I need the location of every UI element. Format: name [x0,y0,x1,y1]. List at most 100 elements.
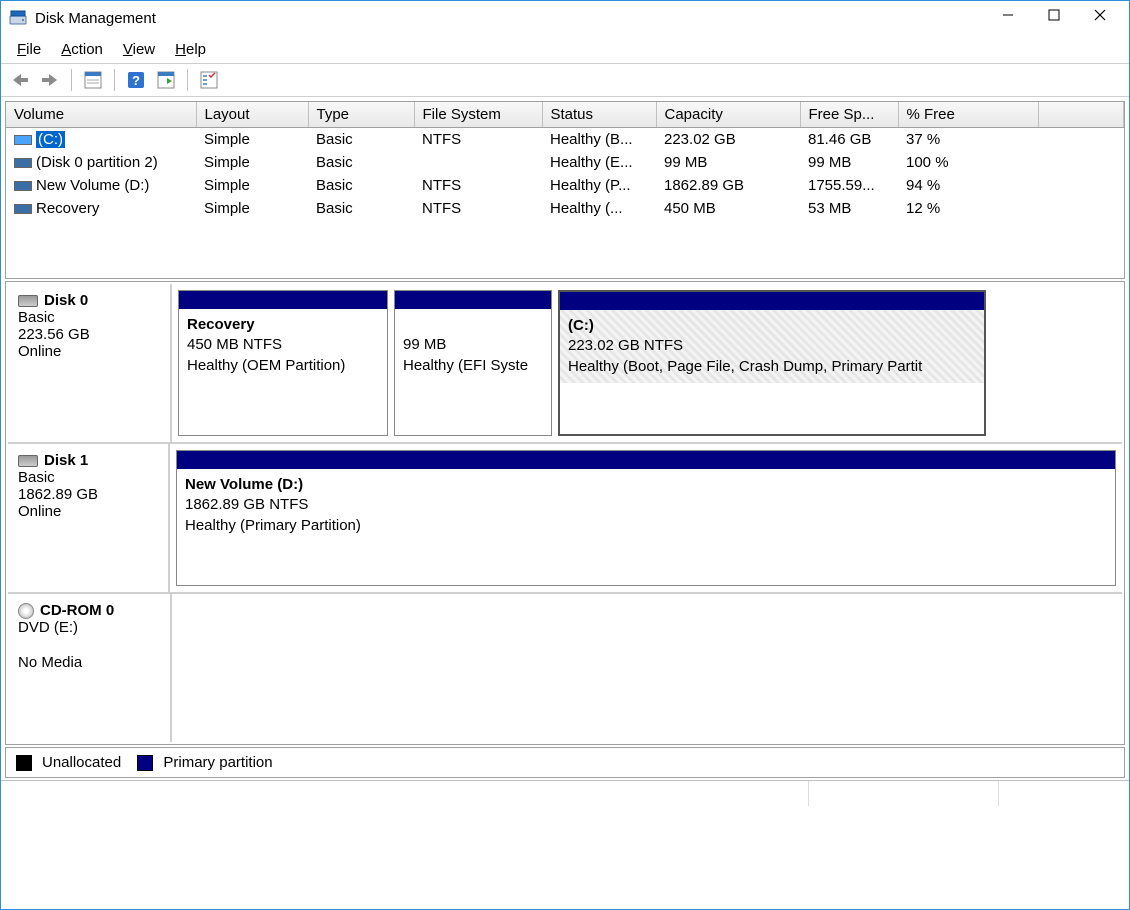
disk-name: CD-ROM 0 [40,602,114,619]
table-row[interactable]: (C:)SimpleBasicNTFSHealthy (B...223.02 G… [6,128,1124,152]
disk-icon [18,295,38,307]
partition-info: 223.02 GB NTFS [568,336,976,356]
disk-graphical-view[interactable]: Disk 0Basic223.56 GBOnlineRecovery450 MB… [5,281,1125,745]
minimize-button[interactable] [985,1,1031,29]
partition-header [179,291,387,309]
window-controls [985,1,1123,35]
cell-pctfree: 12 % [898,197,1038,220]
partition-header [177,451,1115,469]
table-row[interactable]: RecoverySimpleBasicNTFSHealthy (...450 M… [6,197,1124,220]
partition-container [172,594,1122,742]
volume-list[interactable]: Volume Layout Type File System Status Ca… [5,101,1125,279]
partition-status: Healthy (EFI Syste [403,356,543,376]
partition-info: 450 MB NTFS [187,335,379,355]
partition-body: New Volume (D:)1862.89 GB NTFSHealthy (P… [177,469,1115,542]
status-cell [999,781,1129,806]
partition-header [395,291,551,309]
table-row[interactable]: New Volume (D:)SimpleBasicNTFSHealthy (P… [6,174,1124,197]
legend-unallocated: Unallocated [42,754,121,771]
cell-status: Healthy (... [542,197,656,220]
cell-capacity: 223.02 GB [656,128,800,152]
cell-free: 53 MB [800,197,898,220]
toolbar: ? [1,63,1129,97]
cell-pctfree: 37 % [898,128,1038,152]
menu-help[interactable]: Help [165,39,216,60]
partition-status: Healthy (Primary Partition) [185,516,1107,536]
col-layout[interactable]: Layout [196,102,308,128]
partition-info: 99 MB [403,335,543,355]
partition-name: (C:) [568,316,976,336]
cell-layout: Simple [196,151,308,174]
disk-label[interactable]: CD-ROM 0DVD (E:)No Media [8,594,172,742]
partition[interactable]: Recovery450 MB NTFSHealthy (OEM Partitio… [178,290,388,436]
partition-info: 1862.89 GB NTFS [185,495,1107,515]
col-spacer [1038,102,1124,128]
refresh-button[interactable] [153,67,179,93]
cell-fs: NTFS [414,174,542,197]
cell-volume: New Volume (D:) [6,174,196,197]
partition-body: (C:)223.02 GB NTFSHealthy (Boot, Page Fi… [560,310,984,383]
col-status[interactable]: Status [542,102,656,128]
partition[interactable]: (C:)223.02 GB NTFSHealthy (Boot, Page Fi… [558,290,986,436]
help-button[interactable]: ? [123,67,149,93]
partition-name: Recovery [187,315,379,335]
partition-container: New Volume (D:)1862.89 GB NTFSHealthy (P… [170,444,1122,592]
menu-view[interactable]: View [113,39,165,60]
disk-name: Disk 1 [44,452,88,469]
cell-layout: Simple [196,174,308,197]
cell-fs: NTFS [414,197,542,220]
cell-free: 1755.59... [800,174,898,197]
cdrom-icon [18,603,34,619]
disk-kind: DVD (E:) [18,619,160,636]
col-pctfree[interactable]: % Free [898,102,1038,128]
disk-state: Online [18,503,158,520]
partition[interactable]: 99 MBHealthy (EFI Syste [394,290,552,436]
partition[interactable]: New Volume (D:)1862.89 GB NTFSHealthy (P… [176,450,1116,586]
col-freespace[interactable]: Free Sp... [800,102,898,128]
forward-button[interactable] [37,67,63,93]
disk-kind: Basic [18,309,160,326]
disk-row: CD-ROM 0DVD (E:)No Media [8,594,1122,742]
cell-fs [414,151,542,174]
cell-free: 81.46 GB [800,128,898,152]
disk-size: 1862.89 GB [18,486,158,503]
properties-button[interactable] [80,67,106,93]
disk-row: Disk 0Basic223.56 GBOnlineRecovery450 MB… [8,284,1122,444]
settings-button[interactable] [196,67,222,93]
disk-name: Disk 0 [44,292,88,309]
partition-body: 99 MBHealthy (EFI Syste [395,309,551,382]
status-cell [1,781,809,806]
disk-label[interactable]: Disk 0Basic223.56 GBOnline [8,284,172,442]
col-type[interactable]: Type [308,102,414,128]
col-filesystem[interactable]: File System [414,102,542,128]
cell-layout: Simple [196,128,308,152]
cell-volume: (C:) [6,128,196,152]
legend-primary: Primary partition [163,754,272,771]
swatch-unallocated [16,755,32,771]
cell-volume: Recovery [6,197,196,220]
cell-volume: (Disk 0 partition 2) [6,151,196,174]
back-button[interactable] [7,67,33,93]
maximize-button[interactable] [1031,1,1077,29]
cell-type: Basic [308,128,414,152]
swatch-primary [137,755,153,771]
menu-bar: File Action View Help [1,35,1129,63]
cell-type: Basic [308,197,414,220]
disk-icon [18,455,38,467]
cell-pctfree: 100 % [898,151,1038,174]
partition-header [560,292,984,310]
partition-status: Healthy (Boot, Page File, Crash Dump, Pr… [568,357,976,377]
disk-label[interactable]: Disk 1Basic1862.89 GBOnline [8,444,170,592]
toolbar-separator [187,69,188,91]
menu-action[interactable]: Action [51,39,113,60]
status-bar [1,780,1129,806]
menu-file[interactable]: File [7,39,51,60]
col-volume[interactable]: Volume [6,102,196,128]
disk-kind: Basic [18,469,158,486]
close-button[interactable] [1077,1,1123,29]
col-capacity[interactable]: Capacity [656,102,800,128]
partition-container: Recovery450 MB NTFSHealthy (OEM Partitio… [172,284,1122,442]
title-bar: Disk Management [1,1,1129,35]
disk-state: Online [18,343,160,360]
table-row[interactable]: (Disk 0 partition 2)SimpleBasicHealthy (… [6,151,1124,174]
